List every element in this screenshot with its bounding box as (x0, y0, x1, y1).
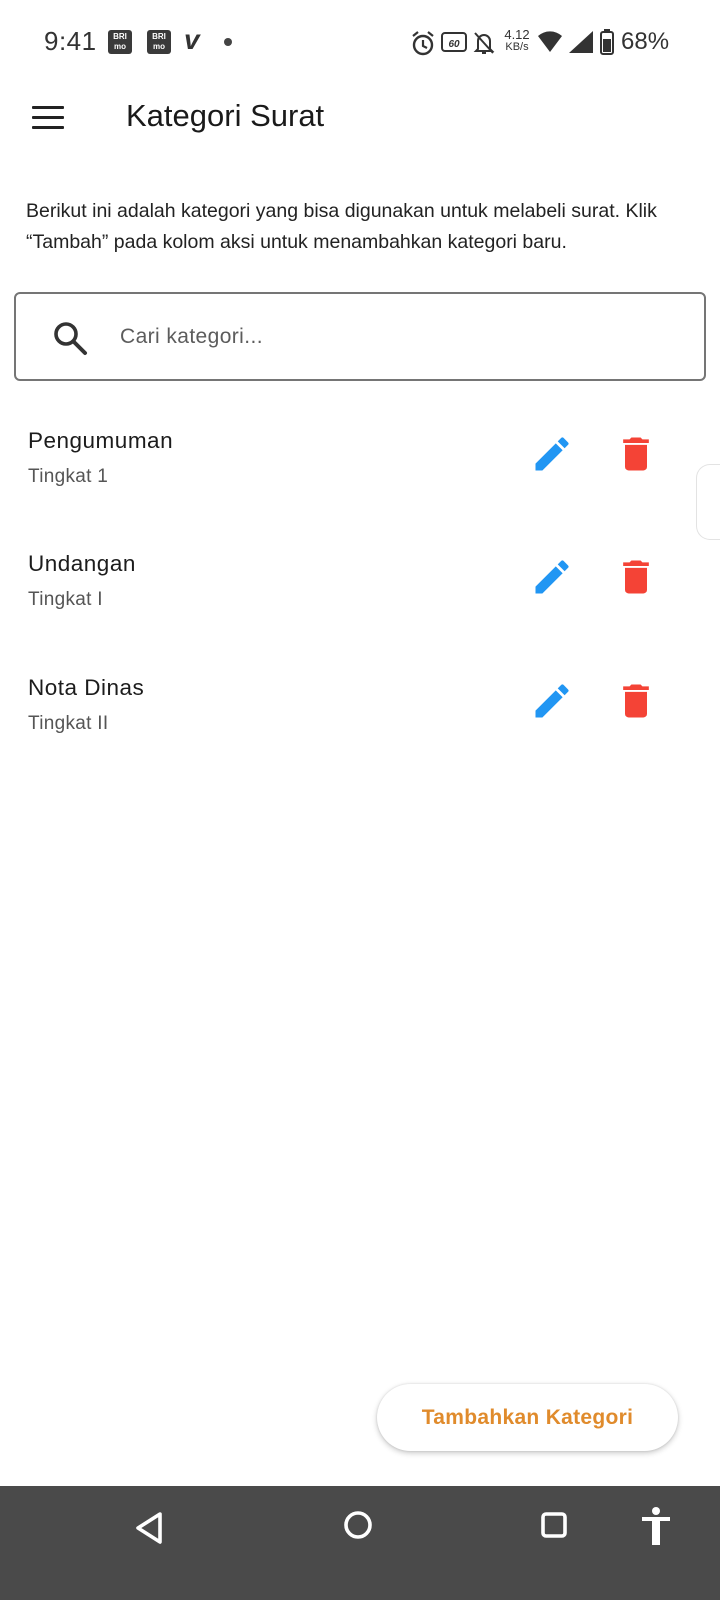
menu-icon[interactable] (32, 106, 66, 132)
bri-mo-icon: BRI mo (147, 30, 171, 54)
recent-apps-icon[interactable] (532, 1503, 576, 1547)
dot-icon (224, 38, 232, 46)
category-name: Nota Dinas (28, 675, 145, 700)
list-item[interactable]: Undangan Tingkat I (0, 551, 720, 671)
refresh-rate-text: 60 (448, 39, 460, 50)
list-item[interactable]: Pengumuman Tingkat 1 (0, 428, 720, 548)
edit-icon[interactable] (530, 432, 574, 476)
network-speed-value: 4.12 (504, 27, 530, 42)
category-level: Tingkat I (28, 589, 103, 610)
app-bar: Kategori Surat (0, 84, 720, 152)
battery-icon (600, 29, 614, 55)
wifi-icon (538, 31, 562, 54)
add-category-button[interactable]: Tambahkan Kategori (377, 1384, 678, 1451)
edit-icon[interactable] (530, 679, 574, 723)
status-time: 9:41 (44, 26, 97, 56)
list-item[interactable]: Nota Dinas Tingkat II (0, 675, 720, 795)
network-speed-unit: KB/s (505, 41, 529, 53)
delete-icon[interactable] (614, 679, 658, 723)
page-description: Berikut ini adalah kategori yang bisa di… (26, 200, 657, 253)
navigation-bar (0, 1486, 720, 1600)
home-icon[interactable] (336, 1503, 380, 1547)
refresh-rate-icon: 60 (441, 32, 467, 52)
alarm-icon (412, 31, 434, 56)
vidio-icon: v (184, 24, 200, 55)
page-title: Kategori Surat (126, 98, 325, 133)
category-name: Pengumuman (28, 428, 174, 453)
bri-mo-icon: BRI mo (108, 30, 132, 54)
edit-icon[interactable] (530, 555, 574, 599)
delete-icon[interactable] (614, 432, 658, 476)
back-icon[interactable] (128, 1506, 172, 1550)
category-name: Undangan (28, 551, 136, 576)
mute-bell-icon (473, 32, 495, 54)
search-box[interactable] (14, 292, 706, 381)
edge-panel-handle[interactable] (696, 464, 720, 540)
category-level: Tingkat II (28, 713, 109, 734)
search-input[interactable] (104, 312, 684, 362)
category-level: Tingkat 1 (28, 466, 109, 487)
status-bar: 9:41 BRI mo BRI mo v 60 4.12 KB/s 68% (0, 0, 720, 84)
signal-icon (569, 31, 593, 53)
search-icon (54, 322, 87, 355)
accessibility-icon[interactable] (634, 1503, 678, 1547)
network-speed: 4.12 KB/s (500, 28, 534, 54)
battery-percent: 68% (621, 28, 670, 55)
delete-icon[interactable] (614, 555, 658, 599)
